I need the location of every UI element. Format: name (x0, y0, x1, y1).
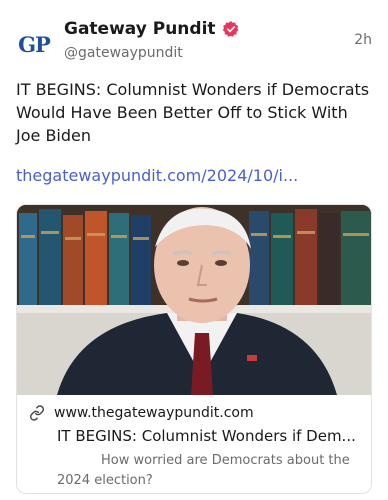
post-text: IT BEGINS: Columnist Wonders if Democrat… (16, 80, 370, 145)
card-domain: www.thegatewaypundit.com (54, 405, 254, 421)
author-avatar[interactable]: GP (14, 24, 54, 64)
post-link[interactable]: thegatewaypundit.com/2024/10/i... (16, 166, 374, 185)
post-timestamp[interactable]: 2h (354, 32, 372, 48)
card-image (17, 205, 371, 395)
card-title[interactable]: IT BEGINS: Columnist Wonders if Dem... (57, 427, 363, 445)
link-preview-card[interactable]: www.thegatewaypundit.com IT BEGINS: Colu… (16, 204, 372, 494)
author-handle[interactable]: @gatewaypundit (64, 45, 374, 61)
post-header: Gateway Pundit @gatewaypundit (64, 17, 374, 61)
verified-badge-icon (222, 21, 238, 37)
author-name[interactable]: Gateway Pundit (64, 19, 216, 39)
social-post: GP Gateway Pundit @gatewaypundit 2h IT B… (0, 0, 388, 500)
card-domain-row: www.thegatewaypundit.com (29, 405, 254, 421)
card-description: How worried are Democrats about the 2024… (57, 453, 350, 488)
name-row: Gateway Pundit (64, 17, 374, 41)
avatar-logo-text: GP (18, 31, 51, 57)
link-icon (29, 405, 45, 421)
